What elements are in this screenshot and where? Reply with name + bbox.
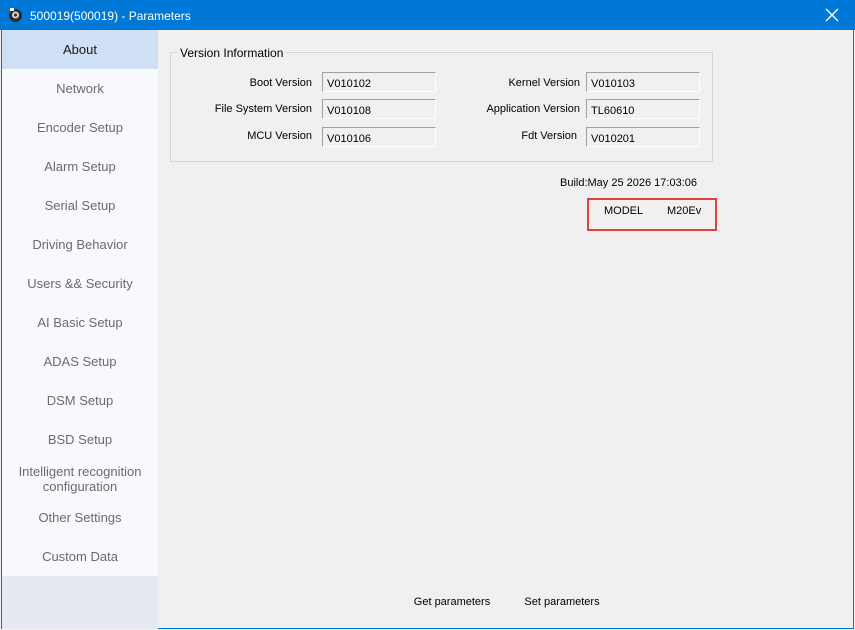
close-icon — [825, 8, 839, 22]
sidebar-item-custom-data[interactable]: Custom Data — [2, 537, 158, 576]
model-value: M20Ev — [667, 205, 702, 217]
mcu-version-field[interactable] — [322, 127, 436, 147]
application-version-label: Application Version — [486, 103, 580, 115]
sidebar-item-driving-behavior[interactable]: Driving Behavior — [2, 225, 158, 264]
sidebar-item-serial-setup[interactable]: Serial Setup — [2, 186, 158, 225]
app-icon[interactable] — [8, 7, 23, 23]
sidebar-item-users-security[interactable]: Users && Security — [2, 264, 158, 303]
sidebar-item-alarm-setup[interactable]: Alarm Setup — [2, 147, 158, 186]
sidebar: About Network Encoder Setup Alarm Setup … — [2, 30, 158, 629]
sidebar-item-other-settings[interactable]: Other Settings — [2, 498, 158, 537]
sidebar-list: About Network Encoder Setup Alarm Setup … — [2, 30, 158, 576]
boot-version-label: Boot Version — [249, 77, 312, 89]
model-label: MODEL — [604, 205, 644, 217]
window-body: About Network Encoder Setup Alarm Setup … — [1, 30, 854, 629]
sidebar-item-about[interactable]: About — [2, 30, 158, 69]
file-system-version-label: File System Version — [214, 103, 312, 115]
sidebar-item-ai-basic-setup[interactable]: AI Basic Setup — [2, 303, 158, 342]
sidebar-item-encoder-setup[interactable]: Encoder Setup — [2, 108, 158, 147]
fdt-version-label: Fdt Version — [521, 130, 577, 142]
file-system-version-field[interactable] — [322, 99, 436, 119]
sidebar-item-dsm-setup[interactable]: DSM Setup — [2, 381, 158, 420]
get-parameters-button[interactable]: Get parameters — [407, 591, 497, 613]
sidebar-item-network[interactable]: Network — [2, 69, 158, 108]
build-info: Build:May 25 2026 17:03:06 — [560, 177, 697, 189]
model-highlight-box: MODEL M20Ev — [587, 198, 717, 231]
version-info-title: Version Information — [177, 46, 287, 60]
sidebar-item-adas-setup[interactable]: ADAS Setup — [2, 342, 158, 381]
mcu-version-label: MCU Version — [247, 130, 312, 142]
kernel-version-field[interactable] — [586, 72, 700, 92]
kernel-version-label: Kernel Version — [508, 77, 580, 89]
close-button[interactable] — [809, 0, 855, 30]
sidebar-item-intelligent-recognition[interactable]: Intelligent recognition configuration — [2, 459, 158, 498]
boot-version-field[interactable] — [322, 72, 436, 92]
set-parameters-button[interactable]: Set parameters — [517, 591, 607, 613]
sidebar-item-bsd-setup[interactable]: BSD Setup — [2, 420, 158, 459]
fdt-version-field[interactable] — [586, 127, 700, 147]
application-version-field[interactable] — [586, 99, 700, 119]
title-bar: 500019(500019) - Parameters — [0, 0, 855, 30]
window-title: 500019(500019) - Parameters — [30, 9, 191, 23]
